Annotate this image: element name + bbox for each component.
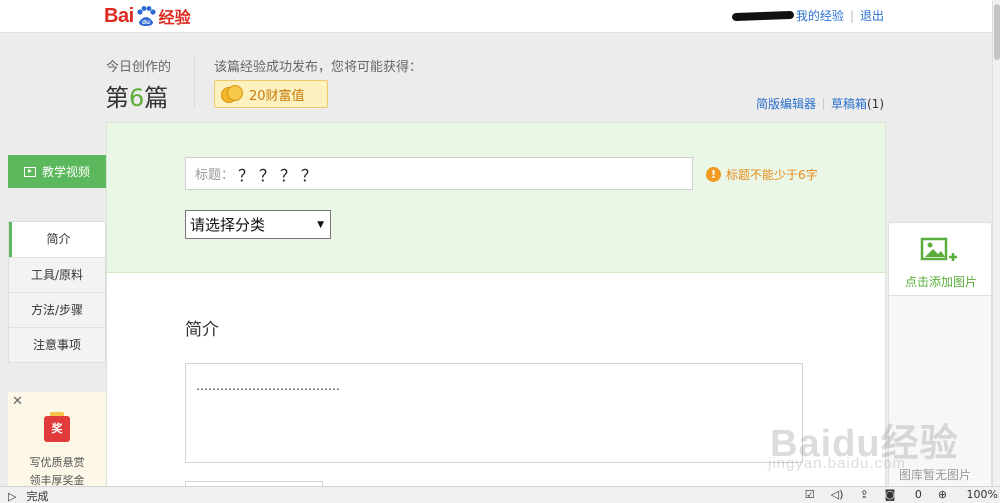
video-icon <box>23 166 36 177</box>
watermark-url: jingyan.baidu.com <box>768 455 906 472</box>
download-count[interactable]: ◙ 0 <box>885 488 922 501</box>
check-shield-icon[interactable]: ☑ <box>805 488 815 501</box>
warning-icon: ! <box>706 167 721 182</box>
today-suffix: 篇 <box>144 84 169 112</box>
add-image-icon <box>919 235 959 267</box>
title-warning-text: 标题不能少于6字 <box>726 168 818 182</box>
add-image-button[interactable]: 点击添加图片 <box>888 222 992 296</box>
simple-editor-link[interactable]: 简版编辑器 <box>756 95 816 112</box>
tutorial-video-label: 教学视频 <box>41 165 90 179</box>
intro-heading: 简介 <box>185 320 219 340</box>
section-nav: 简介 工具/原料 方法/步骤 注意事项 <box>8 221 106 363</box>
zoom-value: 100% <box>966 488 998 501</box>
category-placeholder: 请选择分类 <box>190 216 266 234</box>
reward-text: 20财富值 <box>249 88 305 104</box>
logo-cn: 经验 <box>158 8 191 27</box>
header-divider <box>194 54 195 108</box>
vertical-scrollbar[interactable] <box>992 0 1000 486</box>
nav-item-steps[interactable]: 方法/步骤 <box>9 292 105 327</box>
nav-item-intro[interactable]: 简介 <box>9 222 105 257</box>
gift-icon: 奖 <box>42 412 72 444</box>
coin-icon <box>221 85 243 103</box>
redacted-username <box>731 10 795 21</box>
today-count: 第6篇 <box>105 78 168 113</box>
logo-du: du <box>142 19 150 26</box>
top-bar: Bai du 经验 我的经验 | 退出 <box>0 0 1000 33</box>
nav-item-tools[interactable]: 工具/原料 <box>9 257 105 292</box>
title-section: 标题： ？？？？ ! 标题不能少于6字 请选择分类 ▼ <box>107 123 885 273</box>
play-icon[interactable]: ▷ <box>8 490 16 503</box>
add-image-label: 点击添加图片 <box>904 275 977 289</box>
my-experience-link[interactable]: 我的经验 <box>796 7 844 24</box>
publish-label: 该篇经验成功发布，您将可能获得： <box>214 60 423 75</box>
nav-item-notes[interactable]: 注意事项 <box>9 327 105 362</box>
drafts-count: (1) <box>867 96 884 111</box>
logo-latin: Bai <box>104 4 134 27</box>
title-label: 标题： <box>195 168 235 183</box>
chevron-down-icon: ▼ <box>317 219 324 230</box>
today-label: 今日创作的 <box>106 60 172 75</box>
promo-line-1: 写优质悬赏 <box>29 456 85 469</box>
user-area: 我的经验 | 退出 <box>731 7 884 24</box>
status-text: 完成 <box>26 490 49 503</box>
logout-link[interactable]: 退出 <box>860 7 884 24</box>
drafts-link[interactable]: 草稿箱 <box>831 95 867 112</box>
category-select[interactable]: 请选择分类 ▼ <box>185 210 331 239</box>
today-prefix: 第 <box>105 84 129 112</box>
reward-badge: 20财富值 <box>214 80 328 108</box>
title-value: ？？？？ <box>238 165 323 185</box>
close-icon[interactable]: ✕ <box>12 394 23 409</box>
divider <box>822 97 824 110</box>
baidu-jingyan-logo[interactable]: Bai du 经验 <box>104 3 191 29</box>
header-links: 简版编辑器 草稿箱 (1) <box>756 95 884 112</box>
gift-badge: 奖 <box>44 416 70 442</box>
tutorial-video-button[interactable]: 教学视频 <box>8 155 106 188</box>
speaker-icon[interactable]: ◁) <box>831 488 844 501</box>
title-input[interactable]: 标题： ？？？？ <box>185 157 693 190</box>
zoom-control[interactable]: ⊕ 100% <box>938 488 998 501</box>
title-warning: ! 标题不能少于6字 <box>706 166 818 183</box>
scrollbar-thumb[interactable] <box>994 4 1000 60</box>
intro-value: ……………………………… <box>196 379 340 393</box>
baidu-watermark: Baidu经验 jingyan.baidu.com <box>760 398 995 478</box>
bounty-promo[interactable]: ✕ 奖 写优质悬赏 领丰厚奖金 <box>8 392 106 492</box>
browser-status-bar: ▷ 完成 ☑ ◁) ⇪ ◙ 0 ⊕ 100% <box>0 486 1000 503</box>
intro-textarea[interactable]: ……………………………… <box>185 363 803 463</box>
share-icon[interactable]: ⇪ <box>859 488 868 501</box>
download-count-value: 0 <box>914 488 922 501</box>
divider: | <box>849 8 854 23</box>
today-number: 6 <box>129 84 145 112</box>
paw-icon: du <box>135 5 157 27</box>
